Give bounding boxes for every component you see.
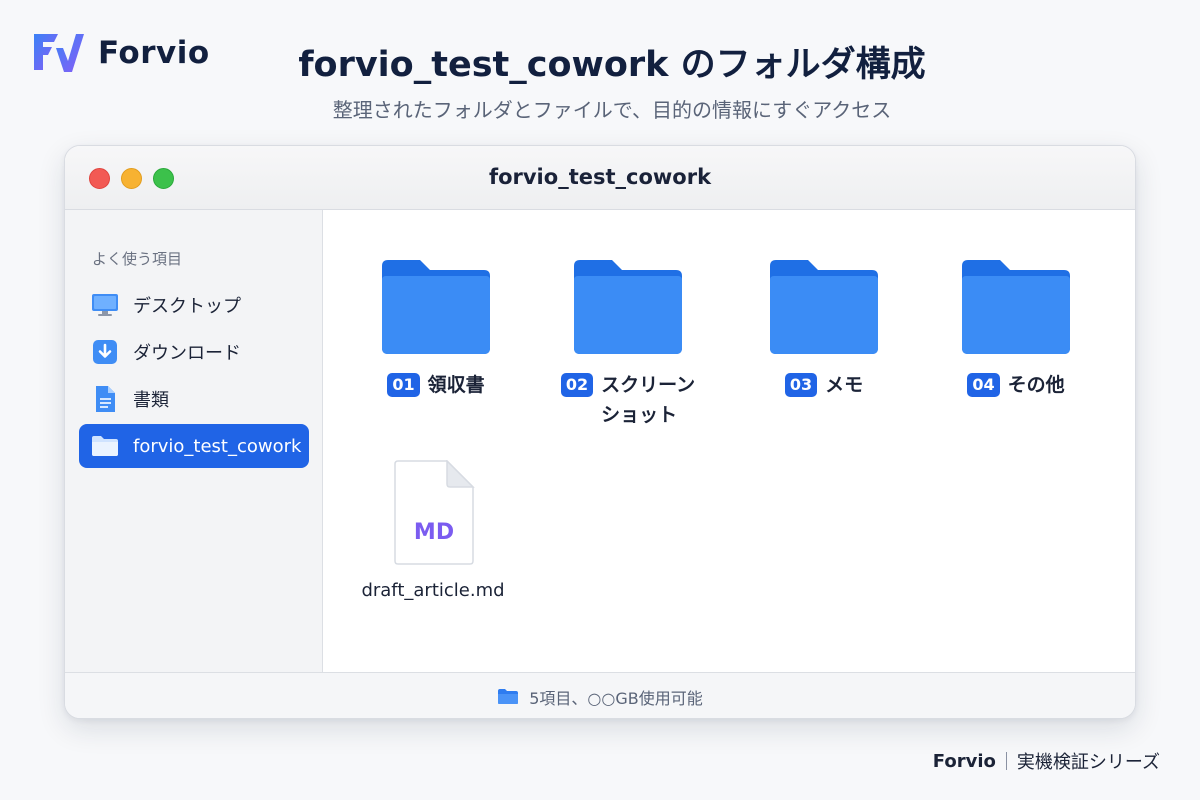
- markdown-file-icon: MD: [394, 460, 475, 565]
- folder-icon: [770, 260, 878, 354]
- folder-number-badge: 04: [967, 373, 1000, 397]
- folder-icon: [962, 260, 1070, 354]
- file-item-draft-article[interactable]: MD draft_article.md: [345, 460, 521, 601]
- sidebar-item-label: デスクトップ: [133, 296, 241, 317]
- sidebar-item-documents[interactable]: 書類: [79, 377, 309, 421]
- sidebar-item-forvio-test-cowork[interactable]: forvio_test_cowork: [79, 424, 309, 468]
- statusbar-text: 5項目、○○GB使用可能: [529, 688, 703, 708]
- folder-number-badge: 03: [784, 373, 818, 397]
- sidebar-item-desktop[interactable]: デスクトップ: [79, 283, 309, 327]
- folder-name: メモ: [825, 374, 864, 396]
- download-icon: [91, 338, 119, 366]
- sidebar-heading: よく使う項目: [92, 250, 183, 268]
- folder-icon: [498, 689, 519, 704]
- desktop-icon: [91, 291, 119, 319]
- file-browser-content: 01 領収書 02 スクリーン ショット 03 メモ 04 その他 MD dra…: [323, 210, 1135, 672]
- sidebar-item-label: ダウンロード: [133, 343, 241, 364]
- footer-series: 実機検証シリーズ: [1016, 752, 1160, 773]
- document-icon: [91, 385, 119, 413]
- page-subtitle: 整理されたフォルダとファイルで、目的の情報にすぐアクセス: [332, 98, 892, 122]
- folder-item-04[interactable]: 04 その他: [926, 258, 1106, 400]
- folder-number-badge: 01: [387, 373, 420, 397]
- folder-icon: [91, 432, 119, 460]
- window-titlebar: forvio_test_cowork: [65, 146, 1135, 210]
- sidebar-item-downloads[interactable]: ダウンロード: [79, 330, 309, 374]
- file-name: draft_article.md: [361, 580, 505, 601]
- folder-number-badge: 02: [560, 373, 594, 397]
- footer-brand: Forvio: [932, 750, 996, 772]
- folder-name: スクリーン: [601, 374, 696, 396]
- folder-icon: [382, 260, 490, 354]
- sidebar-item-label: 書類: [133, 390, 169, 411]
- footer: Forvio 実機検証シリーズ: [933, 748, 1160, 774]
- footer-divider: [1005, 752, 1007, 770]
- folder-name-line2: ショット: [601, 404, 678, 426]
- window-title: forvio_test_cowork: [488, 165, 712, 189]
- folder-icon: [574, 260, 682, 354]
- sidebar: よく使う項目 デスクトップ ダウンロード 書類 forvio_test_cowo…: [65, 210, 323, 672]
- folder-name: 領収書: [427, 374, 485, 396]
- folder-item-02[interactable]: 02 スクリーン ショット: [538, 258, 718, 430]
- page-title: forvio_test_cowork のフォルダ構成: [298, 45, 926, 85]
- finder-window: forvio_test_cowork よく使う項目 デスクトップ ダウンロード …: [64, 145, 1136, 719]
- folder-name: その他: [1007, 374, 1065, 396]
- folder-item-01[interactable]: 01 領収書: [346, 258, 526, 400]
- folder-item-03[interactable]: 03 メモ: [734, 258, 914, 400]
- statusbar: 5項目、○○GB使用可能: [65, 672, 1135, 718]
- file-type-badge: MD: [414, 520, 454, 545]
- sidebar-item-label: forvio_test_cowork: [133, 435, 302, 457]
